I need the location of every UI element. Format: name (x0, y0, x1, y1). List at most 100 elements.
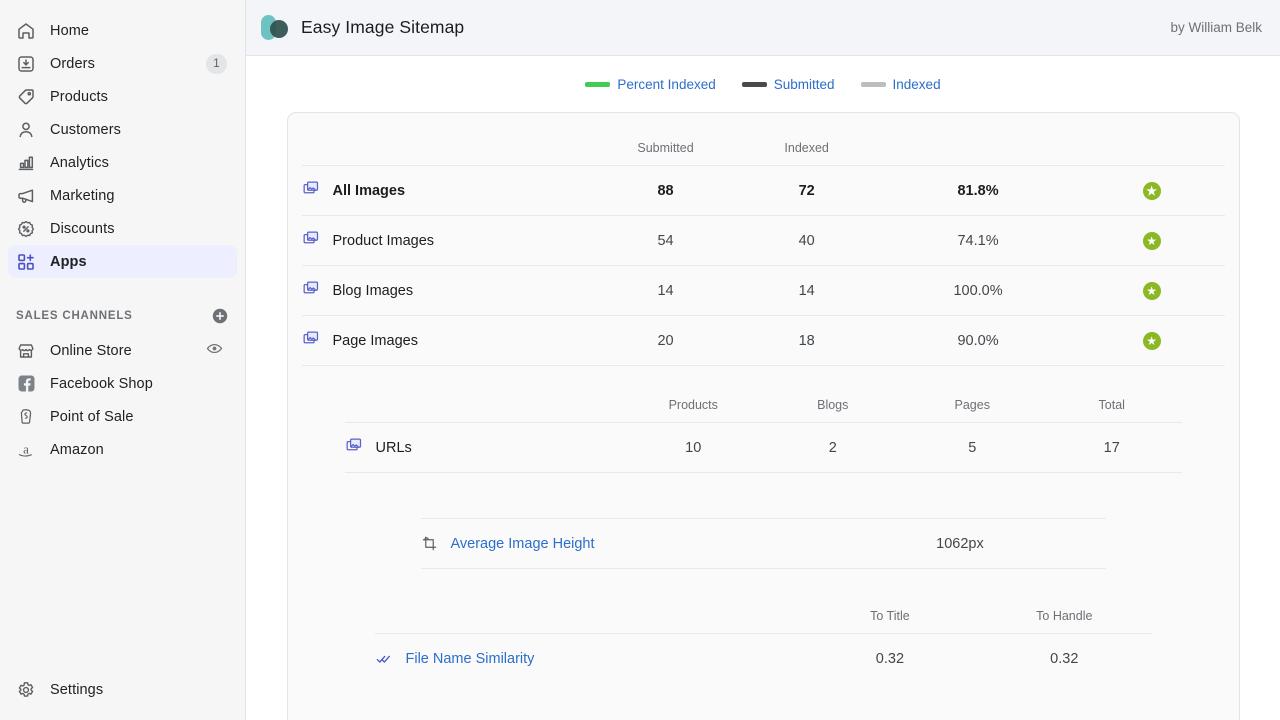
page-title: Easy Image Sitemap (301, 17, 464, 38)
sidebar-item-label: Products (50, 89, 108, 105)
col-blank (375, 609, 803, 634)
sidebar-item-label: Point of Sale (50, 409, 134, 425)
row-name-cell: URLs (345, 423, 624, 473)
sidebar-item-label: Apps (50, 254, 87, 270)
urls-table-head: Products Blogs Pages Total (345, 398, 1182, 423)
app-root: Home Orders 1 (0, 0, 1280, 720)
sidebar-item-apps[interactable]: Apps (8, 245, 237, 278)
legend-label: Indexed (893, 77, 941, 92)
sidebar-item-label: Home (50, 23, 89, 39)
cell-indexed: 18 (736, 316, 877, 366)
orders-badge: 1 (206, 54, 227, 74)
col-to-handle: To Handle (977, 609, 1151, 634)
file-name-similarity-section: To Title To Handle (375, 609, 1152, 684)
cell-indexed: 14 (736, 266, 877, 316)
customers-icon (16, 120, 36, 140)
sidebar-item-customers[interactable]: Customers (8, 113, 237, 146)
table-row[interactable]: All Images 88 72 81.8% ★ (302, 166, 1225, 216)
cell-status[interactable]: ★ (1079, 316, 1225, 366)
urls-section: Products Blogs Pages Total (345, 398, 1182, 473)
sidebar-item-analytics[interactable]: Analytics (8, 146, 237, 179)
sidebar-item-orders[interactable]: Orders 1 (8, 47, 237, 80)
gear-icon (16, 680, 36, 700)
col-indexed: Indexed (736, 141, 877, 166)
cell-total: 17 (1042, 423, 1182, 473)
col-blank (345, 398, 624, 423)
sidebar-item-marketing[interactable]: Marketing (8, 179, 237, 212)
eye-icon[interactable] (206, 340, 223, 362)
facebook-icon (16, 374, 36, 394)
shopify-bag-icon (16, 407, 36, 427)
urls-table: Products Blogs Pages Total (345, 398, 1182, 473)
sidebar-item-home[interactable]: Home (8, 14, 237, 47)
green-star-icon: ★ (1143, 332, 1161, 350)
col-status (1079, 141, 1225, 166)
average-image-height-label[interactable]: Average Image Height (451, 536, 595, 552)
cell-status[interactable]: ★ (1079, 216, 1225, 266)
sidebar-item-label: Settings (50, 682, 103, 698)
cell-percent: 100.0% (877, 266, 1079, 316)
images-table-body: All Images 88 72 81.8% ★ (302, 166, 1225, 366)
brand: Easy Image Sitemap (260, 13, 464, 43)
cell-pages: 5 (903, 423, 1043, 473)
sidebar-item-label: Discounts (50, 221, 115, 237)
sidebar-item-settings[interactable]: Settings (8, 673, 237, 706)
row-name-cell: Product Images (302, 216, 595, 266)
table-header-row: Submitted Indexed (302, 141, 1225, 166)
row-label: URLs (376, 440, 412, 456)
legend: Percent Indexed Submitted Indexed (246, 69, 1280, 99)
file-name-similarity-label[interactable]: File Name Similarity (406, 651, 535, 667)
table-row[interactable]: Page Images 20 18 90.0% ★ (302, 316, 1225, 366)
cell-submitted: 14 (595, 266, 736, 316)
cell-blogs: 2 (763, 423, 903, 473)
sidebar-item-facebook-shop[interactable]: Facebook Shop (8, 367, 237, 400)
legend-item-submitted: Submitted (742, 77, 835, 92)
sales-channels-header: SALES CHANNELS (0, 298, 245, 334)
row-label: All Images (333, 183, 406, 199)
sales-channels-title: SALES CHANNELS (16, 310, 133, 322)
table-row[interactable]: File Name Similarity 0.32 0.32 (375, 634, 1152, 684)
sidebar-item-label: Analytics (50, 155, 109, 171)
sidebar-item-label: Marketing (50, 188, 115, 204)
home-icon (16, 21, 36, 41)
green-star-icon: ★ (1143, 282, 1161, 300)
green-star-icon: ★ (1143, 232, 1161, 250)
legend-swatch-icon (861, 82, 886, 87)
resize-height-icon (421, 535, 438, 552)
sidebar-item-amazon[interactable]: a Amazon (8, 433, 237, 466)
col-products: Products (624, 398, 764, 423)
table-row[interactable]: Product Images 54 40 74.1% ★ (302, 216, 1225, 266)
sidebar-item-label: Customers (50, 122, 121, 138)
cell-percent: 74.1% (877, 216, 1079, 266)
sidebar-item-label: Orders (50, 56, 95, 72)
sidebar-item-discounts[interactable]: Discounts (8, 212, 237, 245)
legend-swatch-icon (742, 82, 767, 87)
cell-submitted: 20 (595, 316, 736, 366)
plus-circle-icon[interactable] (211, 307, 229, 325)
average-image-height-table: Average Image Height 1062px (421, 518, 1106, 569)
table-row[interactable]: URLs 10 2 5 17 (345, 423, 1182, 473)
sidebar-item-products[interactable]: Products (8, 80, 237, 113)
table-row[interactable]: Blog Images 14 14 100.0% ★ (302, 266, 1225, 316)
legend-item-indexed: Indexed (861, 77, 941, 92)
legend-swatch-icon (585, 82, 610, 87)
row-name-cell: All Images (302, 166, 595, 216)
col-total: Total (1042, 398, 1182, 423)
table-row[interactable]: Average Image Height 1062px (421, 519, 1106, 569)
images-icon (302, 330, 320, 352)
images-icon (302, 230, 320, 252)
cell-submitted: 54 (595, 216, 736, 266)
similarity-table-body: File Name Similarity 0.32 0.32 (375, 634, 1152, 684)
amazon-icon: a (16, 440, 36, 460)
sidebar-item-point-of-sale[interactable]: Point of Sale (8, 400, 237, 433)
cell-status[interactable]: ★ (1079, 266, 1225, 316)
cell-submitted: 88 (595, 166, 736, 216)
sidebar-item-online-store[interactable]: Online Store (8, 334, 237, 367)
cell-indexed: 72 (736, 166, 877, 216)
images-table-head: Submitted Indexed (302, 141, 1225, 166)
cell-status[interactable]: ★ (1079, 166, 1225, 216)
sidebar-item-label: Amazon (50, 442, 104, 458)
sidebar: Home Orders 1 (0, 0, 246, 720)
app-header: Easy Image Sitemap by William Belk (246, 0, 1280, 56)
cell-products: 10 (624, 423, 764, 473)
